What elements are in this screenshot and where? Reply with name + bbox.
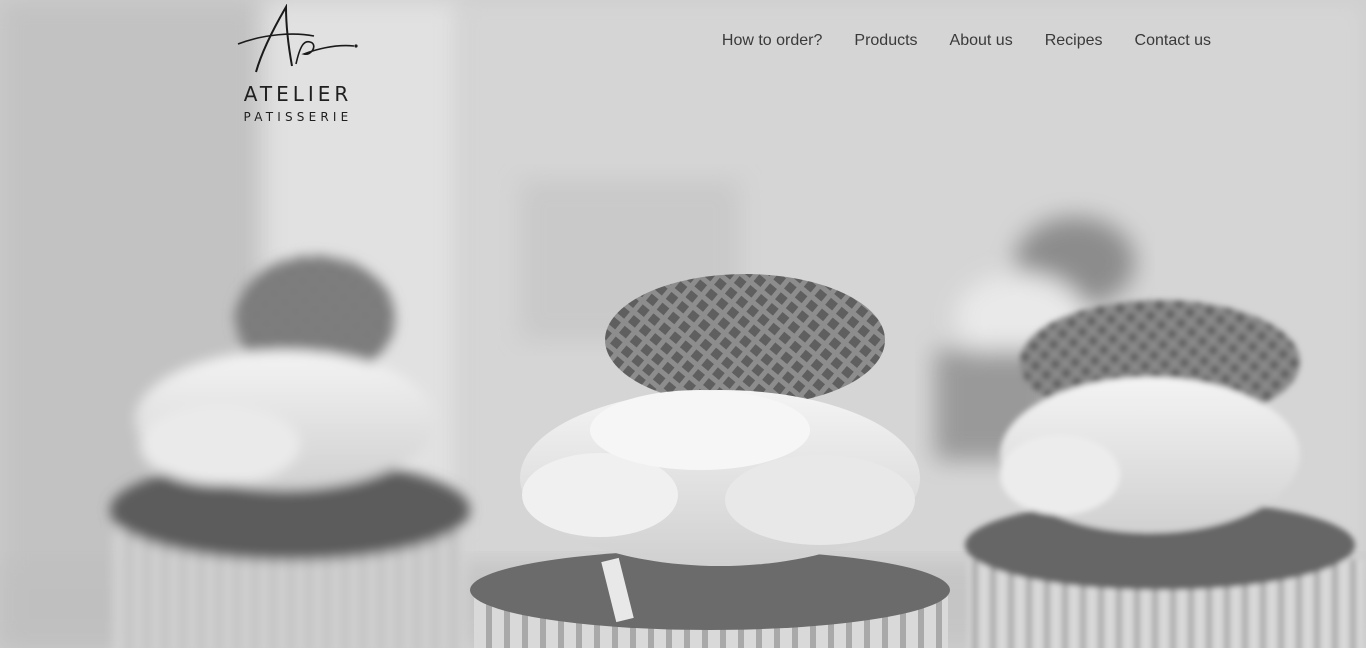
nav-link-contact-us[interactable]: Contact us [1135,31,1211,51]
main-navigation: How to order? Products About us Recipes … [722,31,1211,51]
brand-tagline: PATISSERIE [243,110,353,124]
hero-image [0,0,1366,648]
nav-link-recipes[interactable]: Recipes [1045,31,1103,51]
brand-logo[interactable]: ATELIER PATISSERIE [216,4,380,126]
nav-link-how-to-order[interactable]: How to order? [722,31,823,51]
brand-name: ATELIER [243,82,353,106]
hero-section: ATELIER PATISSERIE How to order? Product… [0,0,1366,648]
nav-link-about-us[interactable]: About us [950,31,1013,51]
signature-monogram-icon [237,4,358,73]
nav-link-products[interactable]: Products [854,31,917,51]
